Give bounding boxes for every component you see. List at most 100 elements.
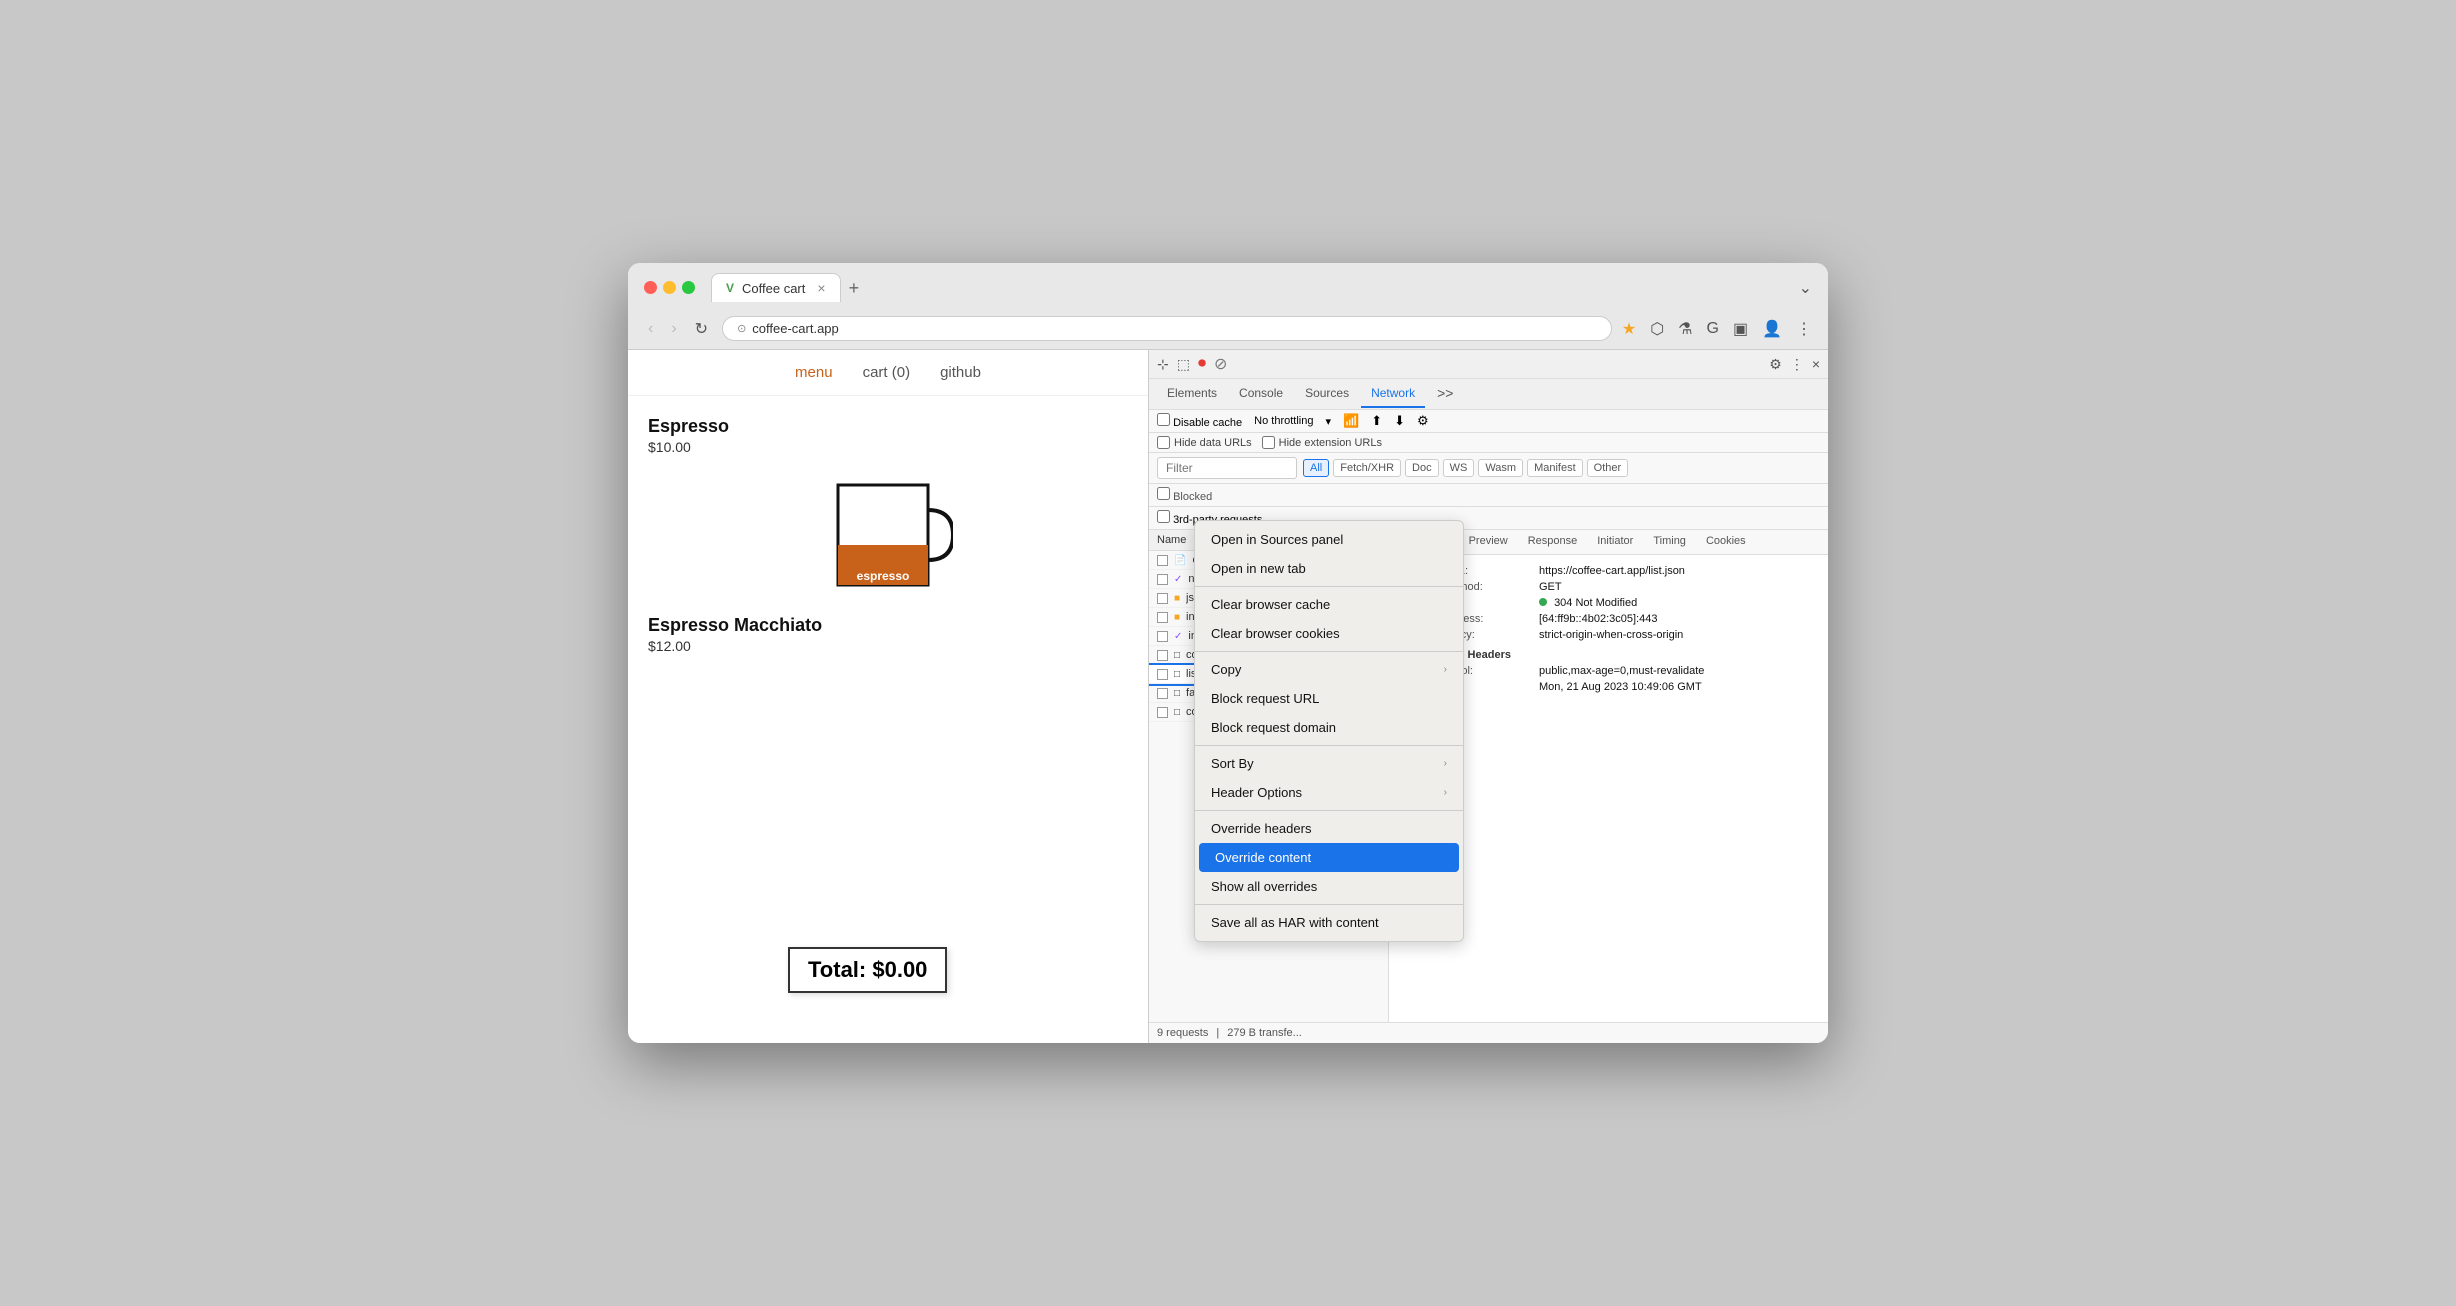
block-button[interactable]: ⊘: [1214, 354, 1227, 374]
security-icon: ⊙: [737, 322, 746, 335]
devtools-top-right: ⚙ ⋮ ×: [1769, 356, 1820, 373]
detail-tab-response[interactable]: Response: [1518, 530, 1588, 554]
throttle-arrow-icon[interactable]: ▾: [1325, 415, 1331, 428]
devtools-more-button[interactable]: ⋮: [1790, 356, 1804, 373]
refresh-button[interactable]: ↻: [691, 317, 712, 341]
ctx-block-domain[interactable]: Block request domain: [1195, 713, 1463, 742]
chip-wasm[interactable]: Wasm: [1478, 459, 1523, 477]
item-checkbox[interactable]: [1157, 707, 1168, 718]
network-options-row: Hide data URLs Hide extension URLs: [1149, 433, 1828, 453]
item-checkbox[interactable]: [1157, 650, 1168, 661]
item-checkbox[interactable]: [1157, 631, 1168, 642]
website-content: menu cart (0) github Espresso $10.00: [628, 350, 1148, 1043]
maximize-button[interactable]: [682, 281, 695, 294]
nav-github-link[interactable]: github: [940, 364, 981, 381]
nav-menu-link[interactable]: menu: [795, 364, 833, 381]
hide-data-urls-checkbox[interactable]: Hide data URLs: [1157, 436, 1252, 449]
product2-price: $12.00: [648, 638, 1128, 654]
tab-elements[interactable]: Elements: [1157, 380, 1227, 408]
tab-console[interactable]: Console: [1229, 380, 1293, 408]
tab-network[interactable]: Network: [1361, 380, 1425, 408]
ctx-header-options[interactable]: Header Options ›: [1195, 778, 1463, 807]
name-column-header: Name: [1157, 534, 1186, 546]
filter-input[interactable]: [1157, 457, 1297, 479]
ctx-open-sources[interactable]: Open in Sources panel: [1195, 525, 1463, 554]
download-icon: ⬇: [1394, 413, 1405, 429]
active-tab[interactable]: V Coffee cart ×: [711, 273, 841, 302]
item-checkbox[interactable]: [1157, 669, 1168, 680]
detail-tab-initiator[interactable]: Initiator: [1587, 530, 1643, 554]
tab-more-button[interactable]: >>: [1427, 379, 1463, 409]
ctx-clear-cookies[interactable]: Clear browser cookies: [1195, 619, 1463, 648]
file-icon: □: [1174, 669, 1180, 680]
disable-cache-checkbox[interactable]: Disable cache: [1157, 413, 1242, 429]
ctx-save-har[interactable]: Save all as HAR with content: [1195, 908, 1463, 937]
network-footer: 9 requests | 279 B transfe...: [1149, 1022, 1828, 1043]
bookmark-icon[interactable]: ★: [1622, 319, 1636, 339]
title-bar-top: V Coffee cart × + ⌄: [644, 273, 1812, 302]
detail-status-value: 304 Not Modified: [1539, 597, 1637, 609]
nav-cart-link[interactable]: cart (0): [863, 364, 911, 381]
network-settings-icon[interactable]: ⚙: [1417, 413, 1429, 429]
ctx-override-headers[interactable]: Override headers: [1195, 814, 1463, 843]
detail-tab-cookies[interactable]: Cookies: [1696, 530, 1756, 554]
item-checkbox[interactable]: [1157, 574, 1168, 585]
detail-tab-timing[interactable]: Timing: [1643, 530, 1696, 554]
title-bar: V Coffee cart × + ⌄: [628, 263, 1828, 310]
minimize-button[interactable]: [663, 281, 676, 294]
inspect-element-button[interactable]: ⊹: [1157, 356, 1169, 373]
record-button[interactable]: ⏺: [1198, 355, 1206, 373]
product1-price: $10.00: [648, 439, 1128, 455]
chip-fetch[interactable]: Fetch/XHR: [1333, 459, 1401, 477]
address-input[interactable]: ⊙ coffee-cart.app: [722, 316, 1612, 341]
chip-ws[interactable]: WS: [1443, 459, 1475, 477]
detail-tab-preview[interactable]: Preview: [1459, 530, 1518, 554]
chip-manifest[interactable]: Manifest: [1527, 459, 1583, 477]
ctx-separator-3: [1195, 745, 1463, 746]
ctx-override-content[interactable]: Override content: [1199, 843, 1459, 872]
cache-control-value: public,max-age=0,must-revalidate: [1539, 665, 1704, 677]
upload-icon: ⬆: [1371, 413, 1382, 429]
product2-name: Espresso Macchiato: [648, 615, 1128, 636]
devtools-top-toolbar: ⊹ ⬚ ⏺ ⊘ ⚙ ⋮ ×: [1149, 350, 1828, 379]
extension-icon[interactable]: ⬡: [1650, 319, 1664, 339]
devtools-settings-button[interactable]: ⚙: [1769, 356, 1782, 373]
device-mode-button[interactable]: ⬚: [1177, 356, 1190, 373]
ctx-show-overrides[interactable]: Show all overrides: [1195, 872, 1463, 901]
close-button[interactable]: [644, 281, 657, 294]
total-badge: Total: $0.00: [788, 947, 947, 993]
hide-ext-urls-checkbox[interactable]: Hide extension URLs: [1262, 436, 1382, 449]
file-icon: ■: [1174, 593, 1180, 604]
item-checkbox[interactable]: [1157, 612, 1168, 623]
tab-sources[interactable]: Sources: [1295, 380, 1359, 408]
new-tab-button[interactable]: +: [849, 279, 860, 297]
flask-icon[interactable]: ⚗: [1678, 319, 1692, 339]
browser-more-icon[interactable]: ⋮: [1796, 319, 1812, 339]
sidebar-icon[interactable]: ▣: [1733, 319, 1748, 339]
item-checkbox[interactable]: [1157, 593, 1168, 604]
filter-chips: All Fetch/XHR Doc WS Wasm Manifest Other: [1303, 459, 1628, 477]
ctx-clear-cache[interactable]: Clear browser cache: [1195, 590, 1463, 619]
blocked-section: Blocked: [1149, 484, 1828, 507]
chip-all[interactable]: All: [1303, 459, 1329, 477]
ctx-block-url[interactable]: Block request URL: [1195, 684, 1463, 713]
svg-text:espresso: espresso: [857, 569, 910, 583]
tab-close-button[interactable]: ×: [817, 280, 825, 296]
forward-button[interactable]: ›: [667, 318, 680, 340]
footer-separator: |: [1216, 1027, 1219, 1039]
profile-icon[interactable]: 👤: [1762, 319, 1782, 339]
google-icon[interactable]: G: [1707, 320, 1719, 338]
date-value: Mon, 21 Aug 2023 10:49:06 GMT: [1539, 681, 1702, 693]
ctx-open-new-tab[interactable]: Open in new tab: [1195, 554, 1463, 583]
ctx-copy[interactable]: Copy ›: [1195, 655, 1463, 684]
tab-overflow-button[interactable]: ⌄: [1799, 278, 1812, 298]
ctx-sort-by[interactable]: Sort By ›: [1195, 749, 1463, 778]
chip-other[interactable]: Other: [1587, 459, 1629, 477]
item-checkbox[interactable]: [1157, 555, 1168, 566]
back-button[interactable]: ‹: [644, 318, 657, 340]
item-checkbox[interactable]: [1157, 688, 1168, 699]
cup-container[interactable]: espresso: [648, 465, 1128, 605]
context-menu: Open in Sources panel Open in new tab Cl…: [1194, 520, 1464, 942]
devtools-close-button[interactable]: ×: [1812, 356, 1820, 372]
chip-doc[interactable]: Doc: [1405, 459, 1439, 477]
